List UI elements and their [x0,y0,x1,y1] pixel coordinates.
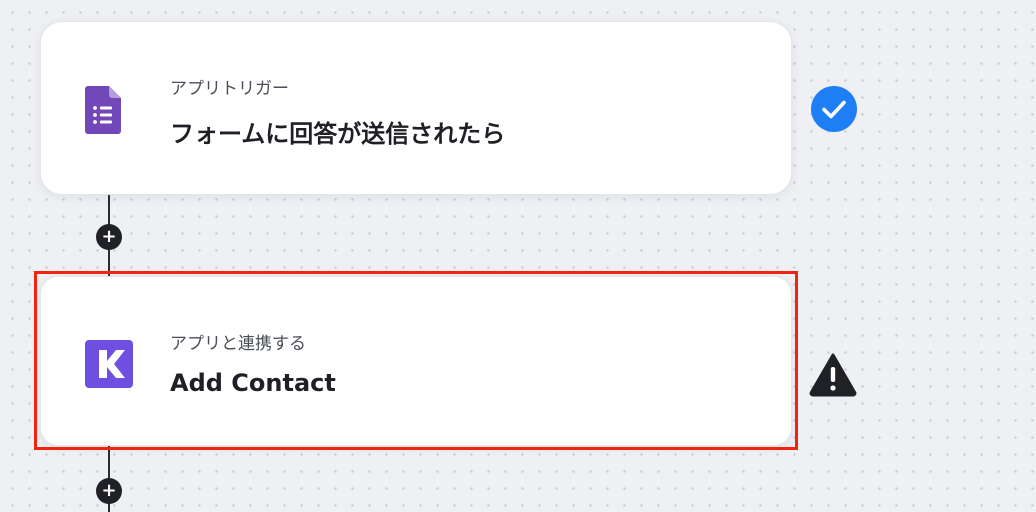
check-circle-icon [810,85,858,137]
kit-app-icon [85,340,133,392]
step-type-label: アプリトリガー [170,79,289,99]
add-step-button[interactable]: + [96,224,122,250]
step-title: フォームに回答が送信されたら [170,120,506,148]
trigger-step-card[interactable]: アプリトリガー フォームに回答が送信されたら [40,21,792,195]
step-type-label: アプリと連携する [170,334,306,354]
action-step-card[interactable]: アプリと連携する Add Contact [40,276,792,446]
add-step-button[interactable]: + [96,478,122,504]
warning-triangle-icon [809,353,857,401]
step-title: Add Contact [170,369,336,397]
google-forms-icon [85,86,121,138]
